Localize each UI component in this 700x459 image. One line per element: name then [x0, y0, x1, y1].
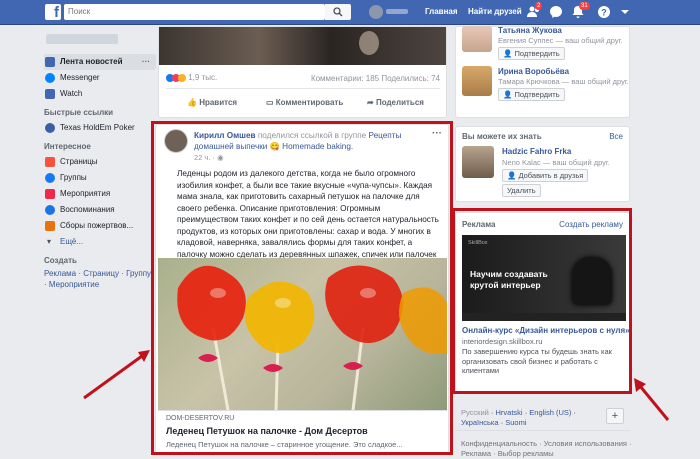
wow-reaction-icon	[178, 73, 186, 82]
poker-app-icon	[45, 123, 55, 133]
profile-name-blurred[interactable]	[46, 34, 118, 44]
friend-request-2: Ирина Воробьёва Тамара Крючкова — ваш об…	[498, 67, 629, 101]
sidebar-item-label: Messenger	[60, 73, 100, 82]
language-link[interactable]: Українська	[461, 418, 499, 427]
find-friends-link[interactable]: Найти друзей	[468, 7, 522, 16]
top-bar: f Поиск Главная Найти друзей 2 31 ?	[0, 0, 700, 25]
mutual-friend-text: Neno Kalac — ваш общий друг.	[502, 158, 610, 167]
post-stats[interactable]: Комментарии: 185 Поделились: 74	[311, 74, 440, 83]
reaction-count: 1,9 тыс.	[188, 73, 218, 82]
sidebar-item-watch[interactable]: Watch	[44, 86, 156, 102]
pymk-avatar[interactable]	[462, 146, 494, 178]
comment-button[interactable]: ▭ Комментировать	[266, 98, 343, 107]
language-link[interactable]: Hrvatski	[496, 408, 523, 417]
confirm-button[interactable]: 👤 Подтвердить	[498, 47, 565, 60]
sidebar-item-messenger[interactable]: Messenger	[44, 70, 156, 86]
mutual-friend-text: Евгения Суппес — ваш общий друг.	[498, 36, 623, 45]
reaction-summary[interactable]: 1,9 тыс.	[166, 73, 217, 82]
messenger-icon	[45, 73, 55, 83]
sidebar-item-label: Ещё...	[60, 237, 84, 246]
sidebar-item-more[interactable]: ▾ Ещё...	[44, 234, 156, 250]
sidebar-item-label: Watch	[60, 89, 83, 98]
previous-post-card: 1,9 тыс. Комментарии: 185 Поделились: 74…	[158, 26, 447, 118]
add-friend-icon: 👤	[503, 49, 515, 58]
left-sidebar: Лента новостей ··· Messenger Watch Быстр…	[44, 28, 156, 290]
previous-post-image[interactable]	[159, 27, 446, 65]
friend-request-1: Татьяна Жукова Евгения Суппес — ваш общи…	[498, 26, 622, 60]
sidebar-item-label: Сборы пожертвов...	[60, 221, 134, 230]
sidebar-item-label: Группы	[60, 173, 87, 182]
create-heading: Создать	[44, 256, 77, 265]
right-arrow-annotation	[634, 378, 670, 421]
sidebar-item-label: Воспоминания	[60, 205, 115, 214]
like-button[interactable]: 👍 Нравится	[187, 98, 237, 107]
confirm-button[interactable]: 👤 Подтвердить	[498, 88, 565, 101]
svg-text:?: ?	[601, 8, 607, 18]
create-links[interactable]: Реклама · Страницу · Группу · Мероприяти…	[44, 268, 152, 290]
share-arrow-icon: ➦	[367, 98, 376, 107]
language-link[interactable]: English (US)	[529, 408, 571, 417]
search-icon	[333, 7, 343, 17]
friend-request-name[interactable]: Татьяна Жукова	[498, 26, 622, 35]
post-highlight-box	[151, 121, 453, 455]
comment-icon: ▭	[266, 98, 276, 107]
sidebar-item-poker[interactable]: Texas HoldEm Poker	[44, 120, 156, 136]
watch-icon	[45, 89, 55, 99]
groups-icon	[45, 173, 55, 183]
mutual-friend-text: Тамара Крючкова — ваш общий друг.	[498, 77, 629, 86]
facebook-logo[interactable]: f	[45, 4, 61, 20]
language-selector: Русский · Hrvatski · English (US) · Укра…	[461, 408, 576, 427]
thumbs-up-icon: 👍	[187, 98, 200, 107]
search-input[interactable]: Поиск	[64, 4, 325, 20]
profile-name-blurred[interactable]	[386, 9, 408, 14]
sidebar-item-label: Мероприятия	[60, 189, 111, 198]
profile-avatar[interactable]	[369, 5, 383, 19]
shortcuts-heading: Быстрые ссылки	[44, 108, 114, 117]
add-language-button[interactable]: +	[606, 408, 624, 424]
pymk-name[interactable]: Hadzic Fahro Frka	[502, 147, 571, 156]
language-link[interactable]: Suomi	[505, 418, 526, 427]
sidebar-item-events[interactable]: Мероприятия	[44, 186, 156, 202]
people-you-may-know-card: Вы можете их знать Все Hadzic Fahro Frka…	[455, 126, 630, 202]
sidebar-item-groups[interactable]: Группы	[44, 170, 156, 186]
add-friend-icon: 👤	[507, 171, 519, 180]
home-link[interactable]: Главная	[425, 7, 458, 16]
account-menu-icon[interactable]	[619, 5, 633, 19]
interesting-heading: Интересное	[44, 142, 91, 151]
friend-requests-badge: 2	[535, 2, 543, 10]
sidebar-item-news-feed[interactable]: Лента новостей ···	[44, 54, 156, 70]
chevron-down-icon: ▾	[47, 237, 52, 246]
sidebar-item-label: Страницы	[60, 157, 98, 166]
sidebar-item-memories[interactable]: Воспоминания	[44, 202, 156, 218]
sidebar-item-pages[interactable]: Страницы	[44, 154, 156, 170]
fundraisers-heart-icon	[45, 221, 55, 231]
ad-highlight-box	[452, 208, 632, 394]
search-button[interactable]	[325, 4, 351, 20]
events-calendar-icon	[45, 189, 55, 199]
add-friend-icon: 👤	[503, 90, 515, 99]
sidebar-item-label: Texas HoldEm Poker	[60, 123, 135, 132]
share-button[interactable]: ➦ Поделиться	[367, 98, 424, 107]
remove-button[interactable]: Удалить	[502, 184, 541, 197]
pages-flag-icon	[45, 157, 55, 167]
more-options-icon[interactable]: ···	[142, 54, 150, 70]
friend-request-avatar[interactable]	[462, 66, 492, 96]
current-language: Русский	[461, 408, 489, 417]
notifications-icon[interactable]: 31	[571, 2, 590, 19]
notifications-badge: 31	[579, 2, 590, 10]
add-friend-button[interactable]: 👤 Добавить в друзья	[502, 169, 589, 182]
friend-request-name[interactable]: Ирина Воробьёва	[498, 67, 629, 76]
friend-requests-icon[interactable]: 2	[527, 2, 543, 19]
left-arrow-annotation	[83, 350, 150, 400]
help-icon[interactable]: ?	[597, 5, 611, 19]
footer-links[interactable]: Конфиденциальность · Условия использован…	[461, 439, 633, 459]
sidebar-item-label: Лента новостей	[60, 57, 123, 66]
memories-clock-icon	[45, 205, 55, 215]
sidebar-item-fundraisers[interactable]: Сборы пожертвов...	[44, 218, 156, 234]
see-all-link[interactable]: Все	[609, 132, 623, 141]
news-feed-icon	[45, 57, 55, 67]
pymk-title: Вы можете их знать	[462, 132, 542, 141]
messenger-icon[interactable]	[549, 5, 563, 19]
friend-request-avatar[interactable]	[462, 26, 492, 52]
